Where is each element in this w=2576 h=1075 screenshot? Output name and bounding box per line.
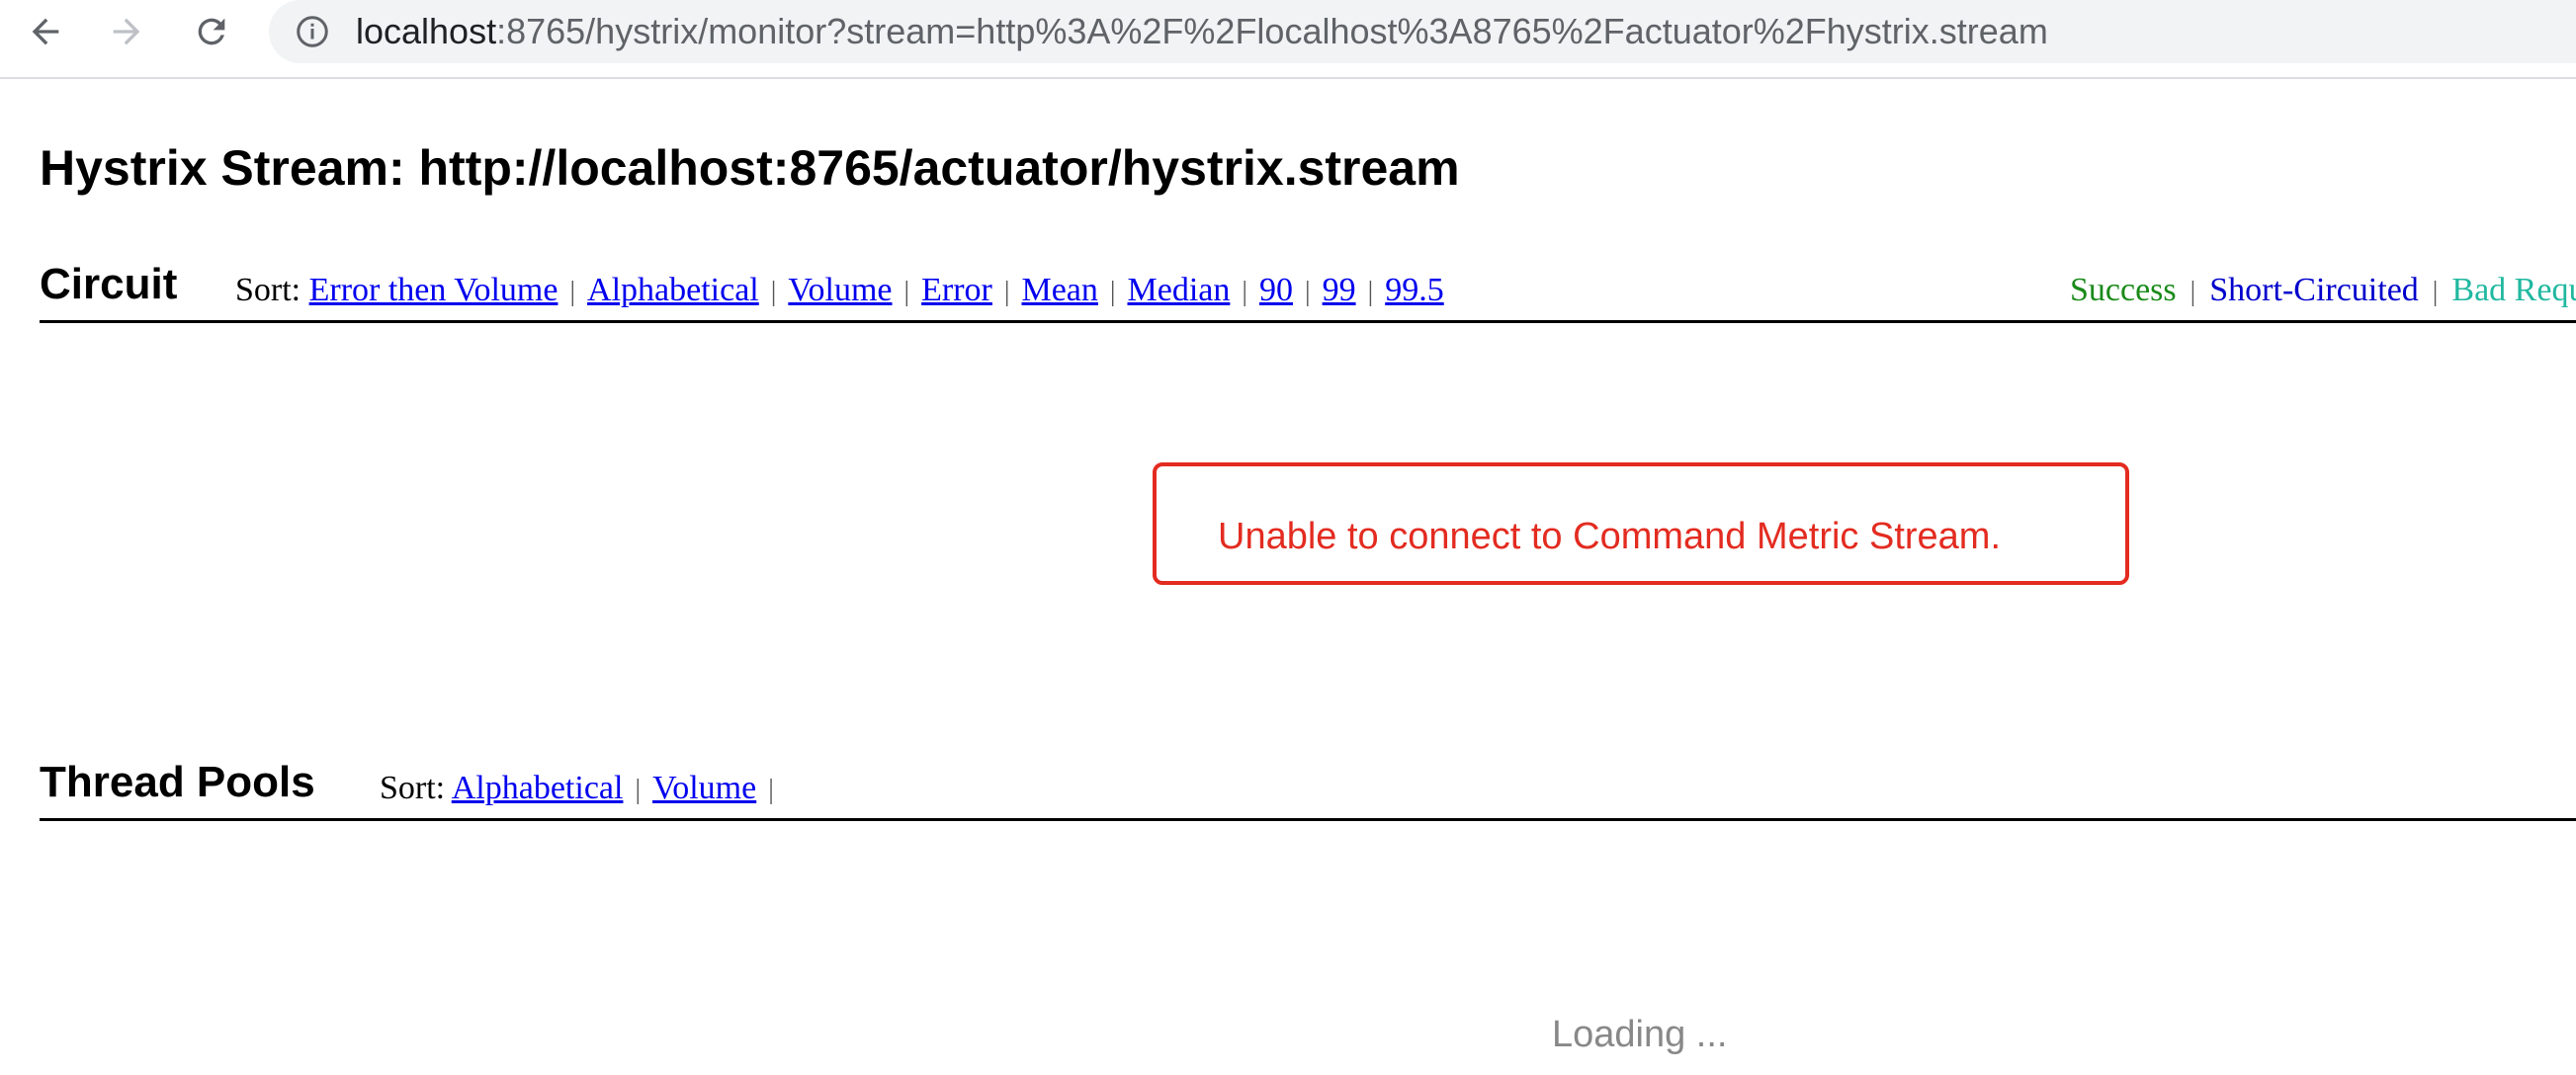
separator: |	[1367, 277, 1374, 307]
sort-median-link[interactable]: Median	[1128, 272, 1231, 308]
thread-pools-sort-bar: Sort: Alphabetical | Volume |	[380, 767, 786, 812]
separator: |	[1109, 277, 1116, 307]
separator: |	[770, 277, 777, 307]
browser-window: localhost:8765/hystrix/monitor?stream=ht…	[0, 0, 2576, 1075]
browser-toolbar: localhost:8765/hystrix/monitor?stream=ht…	[0, 0, 2576, 79]
circuit-sort-bar: Sort: Error then Volume | Alphabetical | Vol…	[235, 269, 1444, 314]
separator: |	[569, 277, 576, 307]
address-bar[interactable]: localhost:8765/hystrix/monitor?stream=ht…	[269, 0, 2576, 63]
sort-alphabetical-link[interactable]: Alphabetical	[587, 272, 759, 308]
sort-volume-link[interactable]: Volume	[652, 770, 756, 806]
legend-success: Success	[2070, 272, 2177, 308]
legend-short-circuited: Short-Circuited	[2209, 272, 2419, 308]
sort-label: Sort:	[380, 770, 446, 806]
arrow-left-icon	[32, 18, 59, 45]
sort-99-link[interactable]: 99	[1323, 272, 1356, 308]
circuit-legend: Success | Short-Circuited | Bad Request	[2070, 269, 2576, 314]
sort-error-then-volume-link[interactable]: Error then Volume	[309, 272, 558, 308]
sort-90-link[interactable]: 90	[1259, 272, 1293, 308]
page-title: Hystrix Stream: http://localhost:8765/ac…	[40, 140, 1460, 196]
separator: |	[903, 277, 910, 307]
separator: |	[2432, 277, 2439, 307]
connection-error-box: Unable to connect to Command Metric Stre…	[1153, 462, 2129, 585]
circuit-header: Circuit Sort: Error then Volume | Alphabet…	[40, 259, 2576, 323]
legend-bad-request: Bad Request	[2451, 272, 2576, 308]
sort-volume-link[interactable]: Volume	[788, 272, 892, 308]
reload-icon	[198, 18, 225, 45]
info-icon[interactable]	[295, 14, 330, 49]
separator: |	[1242, 277, 1247, 307]
separator: |	[1003, 277, 1010, 307]
reload-button[interactable]	[186, 6, 237, 57]
connection-error-message: Unable to connect to Command Metric Stre…	[1218, 516, 2002, 557]
back-button[interactable]	[20, 6, 71, 57]
separator: |	[1304, 277, 1311, 307]
circuit-title: Circuit	[40, 260, 178, 308]
separator: |	[635, 775, 642, 805]
sort-alphabetical-link[interactable]: Alphabetical	[452, 770, 624, 806]
forward-button[interactable]	[101, 6, 152, 57]
loading-indicator: Loading ...	[1552, 1014, 1728, 1055]
sort-label: Sort:	[235, 272, 301, 308]
thread-pools-header: Thread Pools Sort: Alphabetical | Volume |	[40, 757, 2576, 821]
thread-pools-title: Thread Pools	[40, 758, 315, 806]
url-host: localhost	[356, 11, 497, 51]
sort-mean-link[interactable]: Mean	[1021, 272, 1097, 308]
url-text[interactable]: localhost:8765/hystrix/monitor?stream=ht…	[356, 10, 2048, 53]
sort-error-link[interactable]: Error	[921, 272, 992, 308]
separator: |	[2190, 277, 2196, 307]
arrow-right-icon	[113, 18, 140, 45]
url-path: :8765/hystrix/monitor?stream=http%3A%2F%…	[496, 11, 2048, 51]
sort-99-5-link[interactable]: 99.5	[1385, 272, 1444, 308]
separator: |	[768, 775, 774, 805]
